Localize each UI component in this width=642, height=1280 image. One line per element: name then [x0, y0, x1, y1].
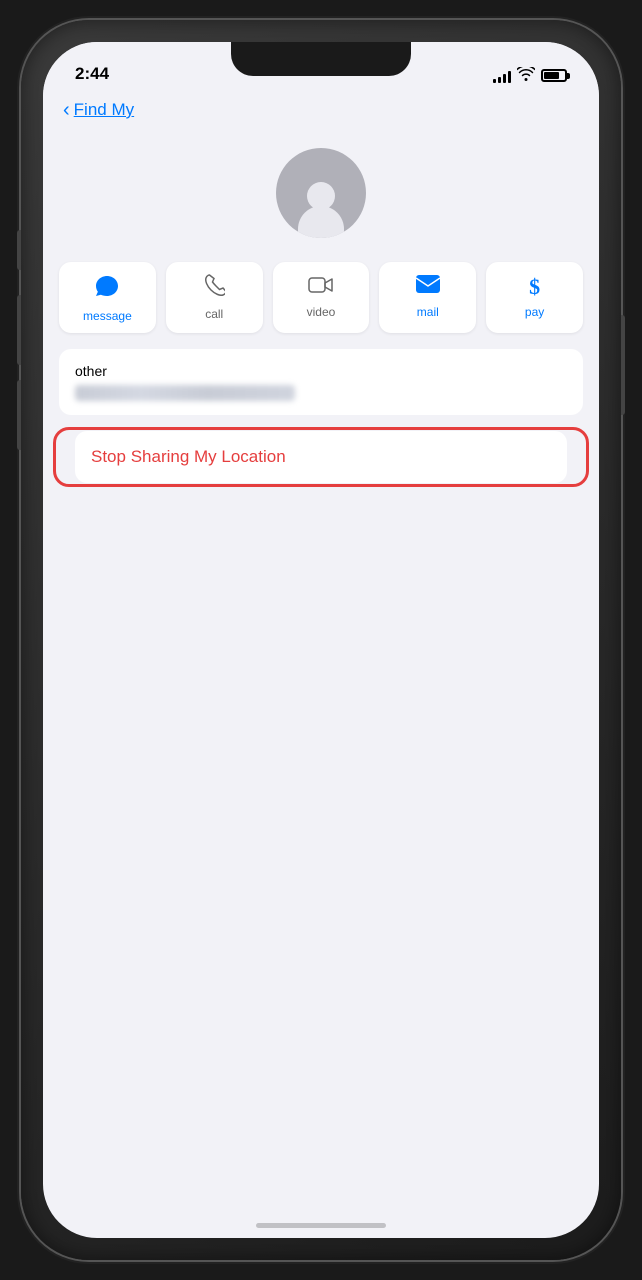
video-button[interactable]: video — [273, 262, 370, 333]
avatar-silhouette — [291, 178, 351, 238]
wifi-icon — [517, 67, 535, 84]
message-label: message — [83, 309, 132, 323]
avatar-section — [43, 128, 599, 262]
battery-icon — [541, 69, 567, 82]
status-time: 2:44 — [75, 64, 109, 86]
message-icon — [94, 274, 120, 304]
phone-frame: 2:44 — [21, 20, 621, 1260]
phone-screen: 2:44 — [43, 42, 599, 1238]
status-icons — [493, 67, 567, 86]
back-chevron-icon: ‹ — [63, 100, 70, 120]
stop-sharing-wrapper: Stop Sharing My Location — [59, 431, 583, 483]
call-icon — [203, 274, 225, 302]
video-label: video — [307, 305, 336, 319]
contact-type-label: other — [75, 363, 567, 379]
pay-button[interactable]: $ pay — [486, 262, 583, 333]
volume-down-button — [17, 380, 21, 450]
avatar — [276, 148, 366, 238]
back-button[interactable]: ‹ Find My — [63, 100, 579, 120]
power-button — [621, 315, 625, 415]
avatar-body — [298, 206, 344, 238]
contact-info-blurred — [75, 385, 295, 401]
notch — [231, 42, 411, 76]
back-label: Find My — [74, 100, 134, 120]
home-indicator — [256, 1223, 386, 1228]
stop-sharing-card: Stop Sharing My Location — [75, 431, 567, 483]
contact-info-card: other — [59, 349, 583, 415]
mail-icon — [415, 274, 441, 300]
page-content: ‹ Find My — [43, 92, 599, 1238]
volume-up-button — [17, 295, 21, 365]
call-button[interactable]: call — [166, 262, 263, 333]
signal-icon — [493, 69, 511, 83]
video-icon — [308, 274, 334, 300]
pay-label: pay — [525, 305, 544, 319]
nav-bar: ‹ Find My — [43, 92, 599, 128]
call-label: call — [205, 307, 223, 321]
mute-button — [17, 230, 21, 270]
mail-button[interactable]: mail — [379, 262, 476, 333]
pay-icon: $ — [529, 274, 540, 300]
action-buttons-row: message call — [43, 262, 599, 333]
stop-sharing-button[interactable]: Stop Sharing My Location — [91, 447, 286, 467]
mail-label: mail — [417, 305, 439, 319]
message-button[interactable]: message — [59, 262, 156, 333]
